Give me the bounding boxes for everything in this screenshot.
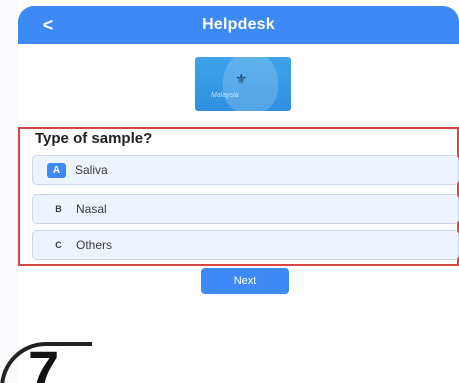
option-key-c: C	[55, 240, 62, 250]
option-key-b: B	[55, 204, 62, 214]
option-label-others: Others	[76, 238, 113, 252]
option-others[interactable]: C Others	[32, 230, 459, 260]
option-key-a: A	[47, 162, 66, 178]
option-label-saliva: Saliva	[75, 163, 108, 177]
app-logo: ⚜ Malaysia	[195, 57, 291, 111]
chevron-left-icon: <	[42, 14, 54, 35]
top-app-bar: < Helpdesk	[18, 6, 459, 44]
screenshot-stage: < Helpdesk ⚜ Malaysia Type of sample? A …	[0, 0, 459, 383]
step-number: 7	[28, 339, 60, 383]
option-saliva[interactable]: A Saliva	[32, 155, 459, 185]
logo-text: Malaysia	[211, 92, 239, 99]
next-button[interactable]: Next	[201, 268, 289, 294]
crest-icon: ⚜	[235, 71, 248, 87]
back-button[interactable]: <	[38, 12, 58, 38]
option-label-nasal: Nasal	[76, 202, 107, 216]
question-title: Type of sample?	[35, 130, 153, 147]
option-nasal[interactable]: B Nasal	[32, 194, 459, 224]
page-title: Helpdesk	[202, 16, 275, 33]
heart-shape-icon	[223, 57, 278, 111]
